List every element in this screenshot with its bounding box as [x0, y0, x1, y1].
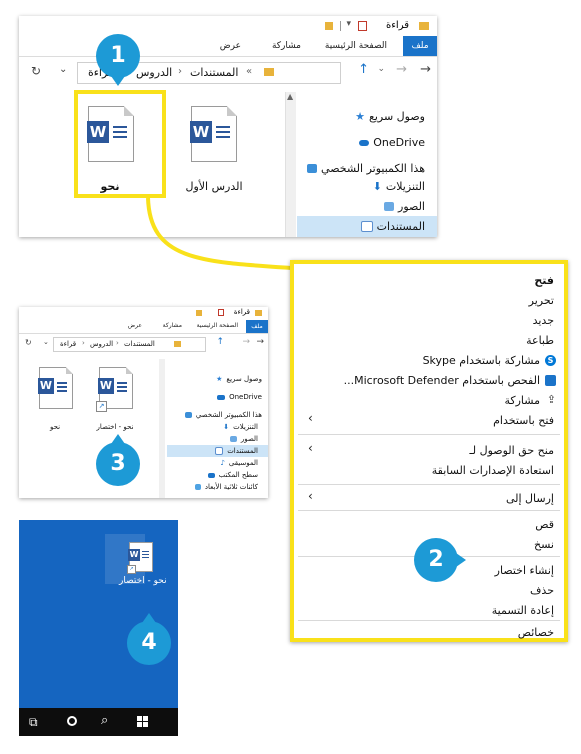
menu-item-properties[interactable]: خصائص [304, 626, 554, 639]
windows-icon[interactable] [137, 716, 148, 727]
window-title: قراءة [233, 308, 250, 316]
step-badge-1: 1 [96, 34, 140, 78]
menu-item-share-skype[interactable]: مشاركة باستخدام Skype [304, 354, 540, 367]
submenu-arrow-icon: ‹ [308, 411, 313, 425]
title-bar: قراءة [19, 307, 268, 319]
menu-item-share[interactable]: مشاركة [304, 394, 540, 407]
menu-item-open[interactable]: فتح [304, 274, 554, 287]
task-view-icon[interactable]: ⧉ [29, 715, 38, 730]
badge-pointer [111, 76, 125, 86]
defender-icon [545, 375, 556, 386]
menu-item-edit[interactable]: تحرير [304, 294, 554, 307]
menu-separator [298, 434, 560, 435]
tab-file[interactable]: ملف [246, 320, 268, 333]
file-name-label[interactable]: نحو - اختصار [83, 423, 147, 431]
pictures-icon [229, 436, 237, 442]
up-arrow-icon[interactable]: ↑ [216, 337, 224, 347]
word-file-icon[interactable]: W [38, 367, 73, 409]
shortcut-arrow-icon: ↗ [96, 401, 107, 412]
step-badge-2: 2 [414, 538, 458, 582]
star-icon: ★ [216, 375, 223, 383]
search-icon[interactable]: ⌕ [101, 713, 108, 728]
cloud-icon [217, 394, 226, 400]
submenu-arrow-icon: ‹ [308, 441, 313, 455]
submenu-arrow-icon: ‹ [308, 489, 313, 503]
folder-icon [255, 310, 262, 316]
word-logo-icon: W [38, 378, 54, 394]
taskbar: ⧉ ⌕ [19, 708, 178, 736]
menu-item-rename[interactable]: إعادة التسمية [304, 604, 554, 617]
desktop-shortcut-label[interactable]: نحو - اختصار [119, 576, 167, 586]
breadcrumb-item[interactable]: قراءة [60, 340, 76, 348]
folder-icon [174, 341, 181, 347]
menu-separator [298, 510, 560, 511]
nav-downloads[interactable]: التنزيلات ⬇ [223, 423, 258, 431]
nav-desktop[interactable]: سطح المكتب [207, 471, 258, 479]
scrollbar[interactable] [159, 359, 165, 498]
menu-item-cut[interactable]: قص [304, 518, 554, 531]
refresh-icon[interactable]: ↻ [25, 338, 32, 347]
badge-pointer [111, 434, 125, 444]
word-logo-icon: W [98, 378, 114, 394]
nav-quick-access[interactable]: وصول سريع ★ [216, 375, 262, 383]
step-badge-3: 3 [96, 442, 140, 486]
address-row: ↻ ⌄ قراءة › الدروس › المستندات ↑ → → [19, 337, 268, 353]
address-bar[interactable]: قراءة › الدروس › المستندات [53, 337, 206, 352]
breadcrumb-item[interactable]: الدروس [90, 340, 113, 348]
menu-item-restore-versions[interactable]: استعادة الإصدارات السابقة [304, 464, 554, 477]
menu-item-new[interactable]: جديد [304, 314, 554, 327]
word-shortcut-icon[interactable]: W ↗ [127, 542, 153, 574]
nav-music[interactable]: الموسيقى ♪ [220, 459, 258, 467]
forward-arrow-icon[interactable]: → [242, 337, 250, 347]
nav-pictures[interactable]: الصور [229, 435, 258, 443]
quick-access-toolbar-icon[interactable] [218, 309, 224, 316]
shortcut-arrow-icon: ↗ [127, 565, 136, 574]
tab-share[interactable]: مشاركة [163, 322, 182, 329]
step-badge-4: 4 [127, 621, 171, 665]
tab-home[interactable]: الصفحة الرئيسية [197, 322, 238, 329]
cube-icon [194, 484, 201, 490]
file-name-label[interactable]: نحو [27, 423, 83, 431]
word-file-icon[interactable]: W ↗ [96, 367, 133, 412]
ribbon-tabs: ملف الصفحة الرئيسية مشاركة عرض [19, 320, 268, 334]
desktop-icon [207, 472, 215, 478]
chevron-right-icon: › [116, 339, 119, 347]
documents-icon [215, 447, 224, 455]
chevron-right-icon: › [82, 339, 85, 347]
download-icon: ⬇ [223, 423, 230, 431]
chevron-down-icon[interactable]: ⌄ [43, 338, 49, 346]
nav-3d-objects[interactable]: كائنات ثلاثية الأبعاد [194, 483, 258, 491]
menu-item-send-to[interactable]: إرسال إلى [304, 492, 554, 505]
share-icon: ⇪ [546, 393, 556, 406]
nav-onedrive[interactable]: OneDrive [217, 393, 262, 401]
computer-icon [184, 412, 192, 418]
menu-item-defender-scan[interactable]: الفحص باستخدام Microsoft Defender... [304, 374, 540, 387]
context-menu: فتح تحرير جديد طباعة مشاركة باستخدام Sky… [290, 260, 568, 642]
menu-item-print[interactable]: طباعة [304, 334, 554, 347]
menu-separator [298, 620, 560, 621]
tab-view[interactable]: عرض [128, 322, 142, 329]
menu-separator [298, 484, 560, 485]
back-arrow-icon[interactable]: → [256, 337, 264, 347]
explorer-window-small: قراءة ملف الصفحة الرئيسية مشاركة عرض ↻ ⌄… [19, 307, 268, 498]
menu-item-delete[interactable]: حذف [304, 584, 554, 597]
badge-pointer [456, 553, 466, 567]
nav-this-pc[interactable]: هذا الكمبيوتر الشخصي [184, 411, 262, 419]
menu-item-open-with[interactable]: فتح باستخدام [304, 414, 554, 427]
cortana-icon[interactable] [67, 716, 77, 726]
word-logo-icon: W [128, 549, 140, 561]
badge-pointer [142, 613, 156, 623]
skype-icon: S [545, 355, 556, 366]
menu-item-give-access[interactable]: منح حق الوصول لـ [304, 444, 554, 457]
nav-documents[interactable]: المستندات [215, 447, 258, 455]
music-icon: ♪ [220, 459, 225, 467]
breadcrumb-item[interactable]: المستندات [124, 340, 155, 348]
folder-icon [196, 310, 202, 316]
